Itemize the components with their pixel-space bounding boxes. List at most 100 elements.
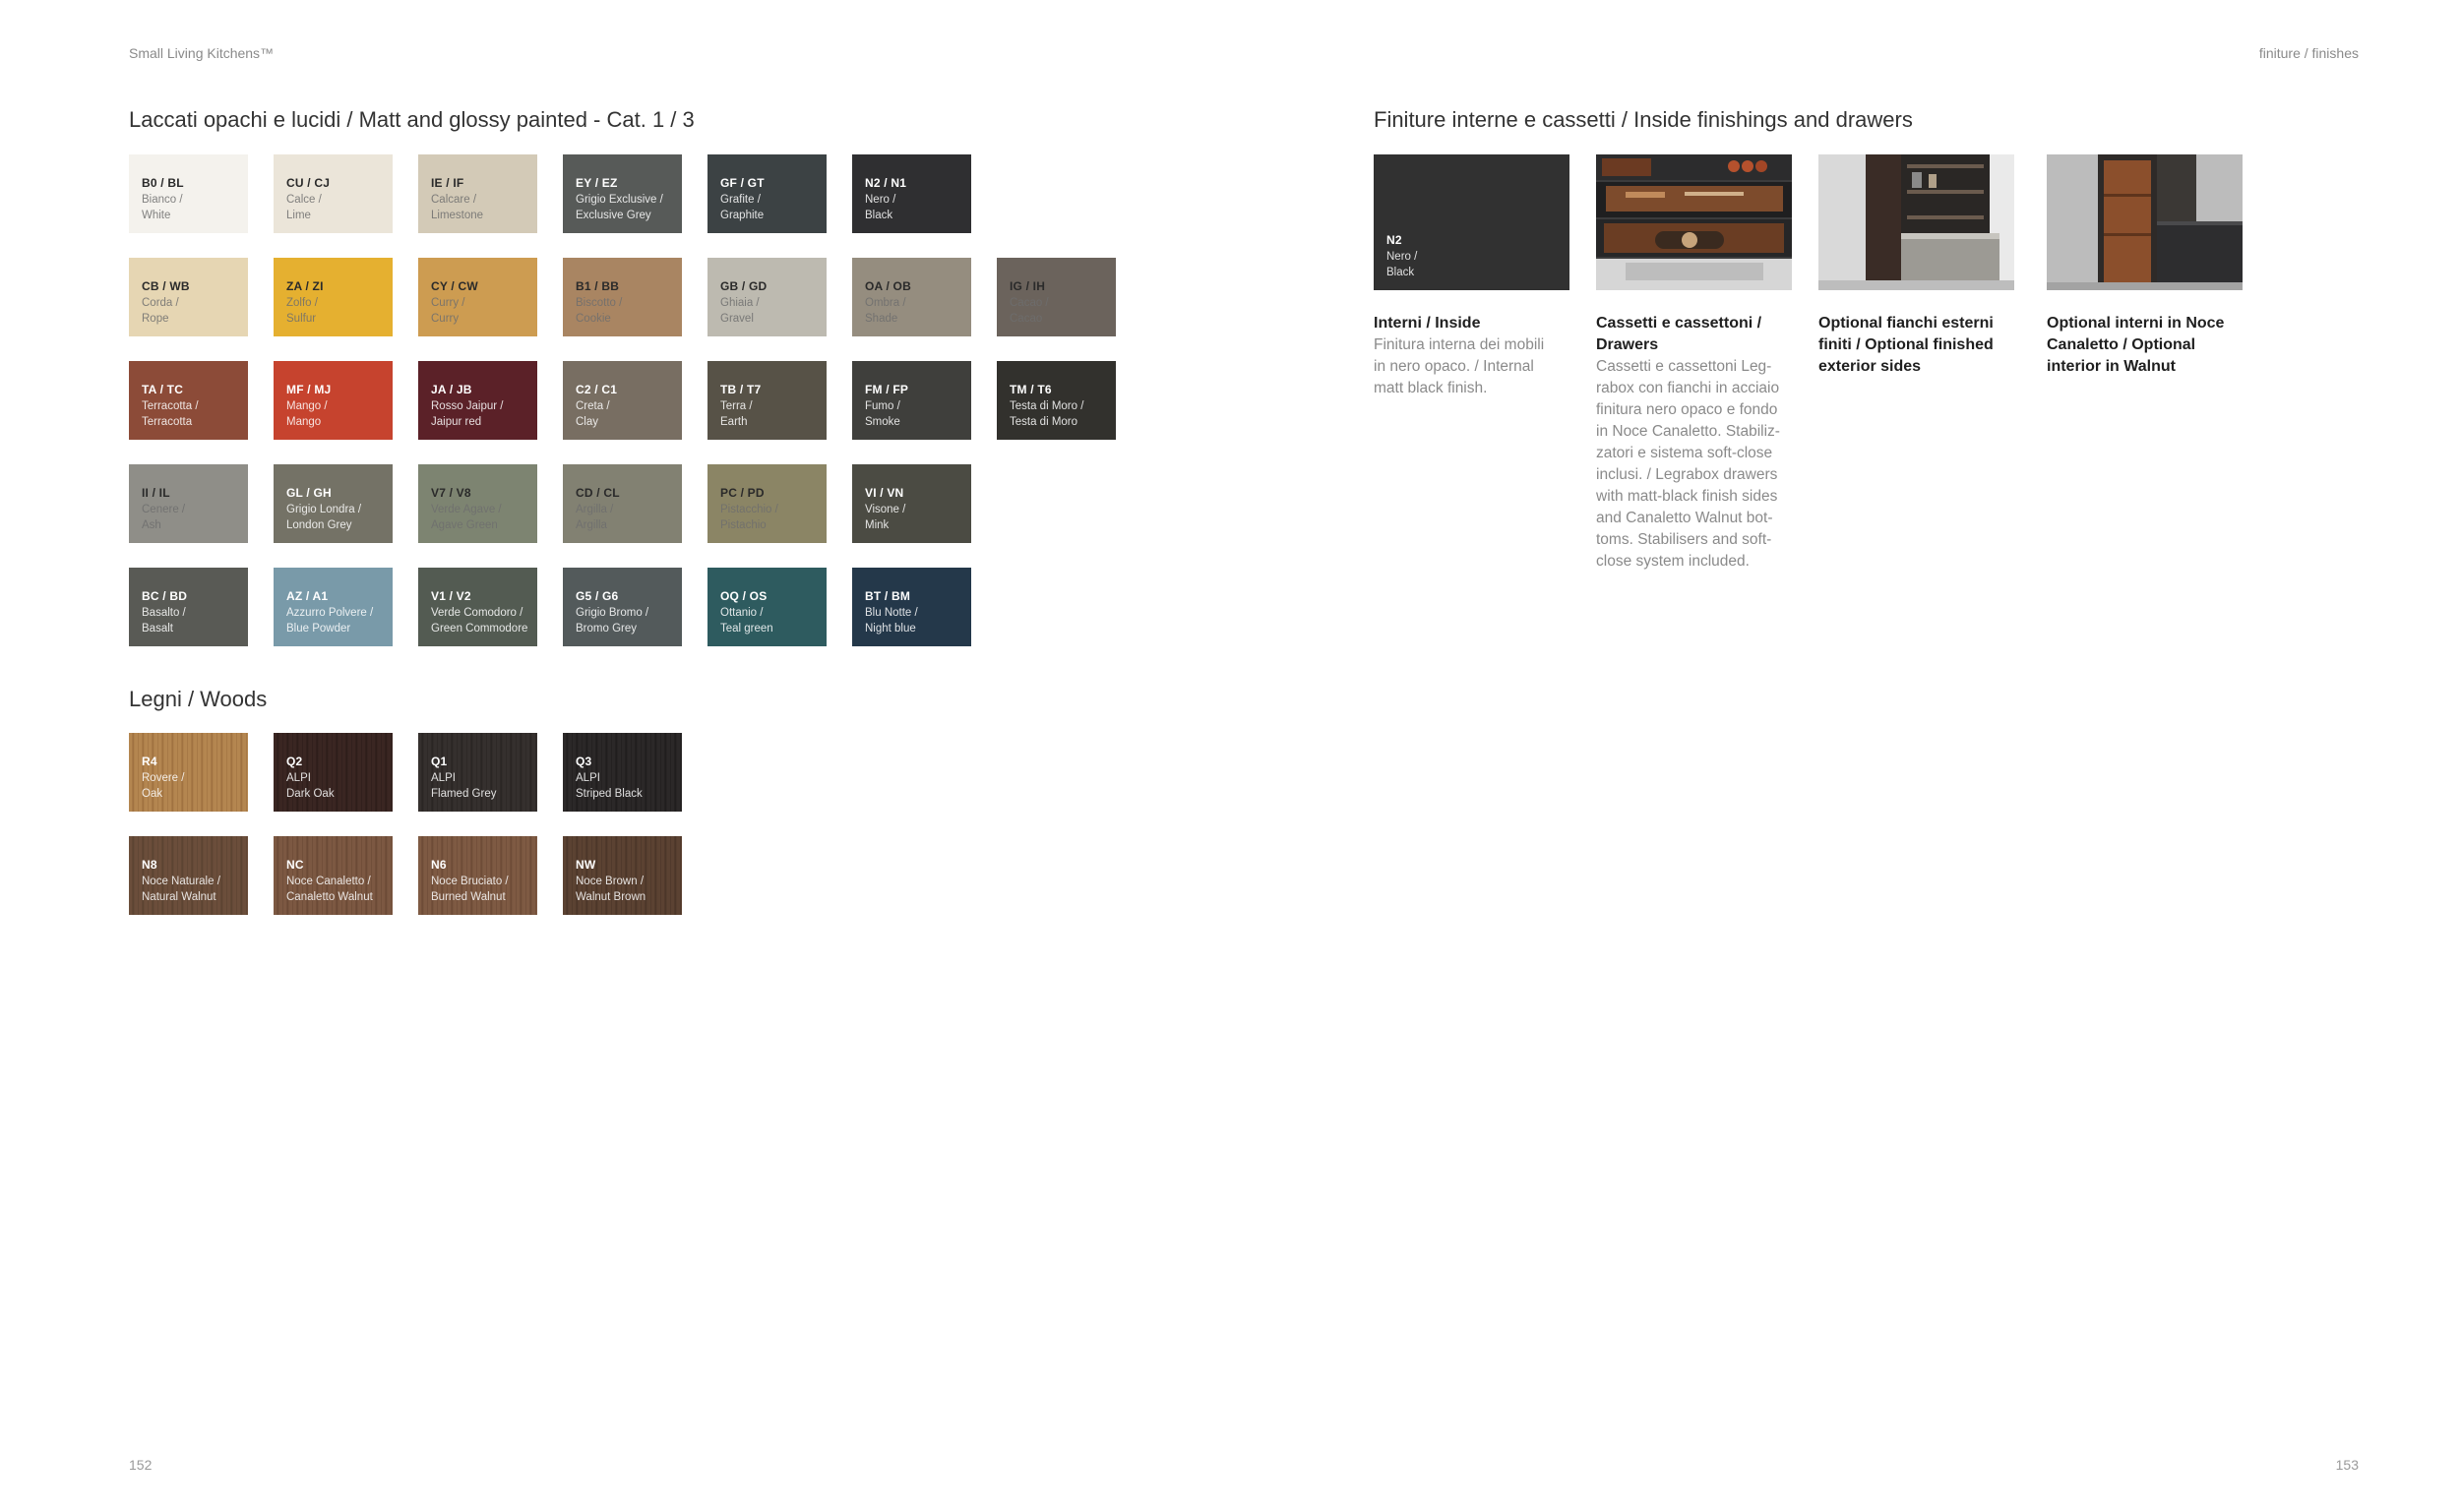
- painted-section-title: Laccati opachi e lucidi / Matt and gloss…: [129, 107, 695, 132]
- swatch-code: PC / PD: [720, 486, 765, 500]
- woods-swatch: N6 Noce Bruciato / Burned Walnut: [418, 836, 537, 915]
- swatch-name-en: Testa di Moro: [1010, 416, 1078, 428]
- swatch-name-it: Grafite /: [720, 194, 761, 206]
- swatch-name-it: Terra /: [720, 400, 753, 412]
- painted-swatch: EY / EZ Grigio Exclusive / Exclusive Grey: [563, 154, 682, 233]
- painted-swatch: CY / CW Curry / Curry: [418, 258, 537, 336]
- exterior-sides-illustration: [1818, 154, 2014, 290]
- painted-swatch: C2 / C1 Creta / Clay: [563, 361, 682, 440]
- swatch-name-it: Grigio Bromo /: [576, 607, 649, 619]
- caption-walnut-interior: Optional interni in Noce Canaletto / Opt…: [2047, 313, 2248, 378]
- caption-drawers: Cassetti e cassettoni / Drawers Cassetti…: [1596, 313, 1798, 573]
- swatch-name-en: White: [142, 210, 171, 221]
- swatch-code: VI / VN: [865, 486, 904, 500]
- swatch-name-it: Curry /: [431, 297, 465, 309]
- swatch-code: IE / IF: [431, 176, 464, 190]
- swatch-name-it: Corda /: [142, 297, 179, 309]
- swatch-name-it: Noce Naturale /: [142, 876, 220, 887]
- swatch-code: GB / GD: [720, 279, 768, 293]
- swatch-name-it: Pistacchio /: [720, 504, 778, 515]
- caption-title: Interni / Inside: [1374, 315, 1481, 332]
- inside-swatch-n2: N2 Nero / Black: [1374, 154, 1569, 290]
- painted-swatch: TB / T7 Terra / Earth: [707, 361, 827, 440]
- swatch-name-en: Gravel: [720, 313, 754, 325]
- page-number-right: 153: [2335, 1457, 2359, 1473]
- swatch-name-it: Verde Comodoro /: [431, 607, 523, 619]
- swatch-name-en: Rope: [142, 313, 169, 325]
- swatch-code: GL / GH: [286, 486, 332, 500]
- swatch-name-it: ALPI: [431, 772, 456, 784]
- swatch-code: IG / IH: [1010, 279, 1046, 293]
- swatch-name-it: Testa di Moro /: [1010, 400, 1084, 412]
- painted-swatch: FM / FP Fumo / Smoke: [852, 361, 971, 440]
- swatch-name-en: Walnut Brown: [576, 891, 646, 903]
- painted-swatch: TM / T6 Testa di Moro / Testa di Moro: [997, 361, 1116, 440]
- swatch-code: TA / TC: [142, 383, 184, 396]
- swatch-name-en: Clay: [576, 416, 599, 428]
- swatch-name-en: Natural Walnut: [142, 891, 216, 903]
- swatch-name-en: Bromo Grey: [576, 623, 637, 635]
- swatch-code: N8: [142, 858, 157, 872]
- caption-body: Cassetti e cassettoni Leg-rabox con fian…: [1596, 358, 1780, 570]
- inside-section-title: Finiture interne e cassetti / Inside fin…: [1374, 107, 1913, 132]
- swatch-name-en: Cookie: [576, 313, 611, 325]
- swatch-code: N2: [1386, 233, 1402, 247]
- swatch-code: JA / JB: [431, 383, 472, 396]
- page-number-left: 152: [129, 1457, 153, 1473]
- swatch-name-en: Agave Green: [431, 519, 498, 531]
- swatch-name-en: Exclusive Grey: [576, 210, 651, 221]
- painted-swatch: II / IL Cenere / Ash: [129, 464, 248, 543]
- swatch-code: EY / EZ: [576, 176, 618, 190]
- swatch-name-it: Biscotto /: [576, 297, 623, 309]
- swatch-name-en: Night blue: [865, 623, 916, 635]
- swatch-code: CD / CL: [576, 486, 620, 500]
- woods-swatch: N8 Noce Naturale / Natural Walnut: [129, 836, 248, 915]
- swatch-name-it: Verde Agave /: [431, 504, 502, 515]
- swatch-name-it: Noce Canaletto /: [286, 876, 371, 887]
- swatch-name-en: Mango: [286, 416, 322, 428]
- swatch-name-it: Rosso Jaipur /: [431, 400, 504, 412]
- walnut-interior-illustration: [2047, 154, 2243, 290]
- swatch-code: BC / BD: [142, 589, 188, 603]
- swatch-name-en: Curry: [431, 313, 460, 325]
- swatch-name-en: Striped Black: [576, 788, 643, 800]
- woods-swatch: Q2 ALPI Dark Oak: [274, 733, 393, 812]
- swatch-code: BT / BM: [865, 589, 911, 603]
- swatch-name-en: Ash: [142, 519, 161, 531]
- swatch-name-it: Grigio Exclusive /: [576, 194, 663, 206]
- swatch-name-it: Fumo /: [865, 400, 900, 412]
- caption-exterior-sides: Optional fianchi esterni finiti / Option…: [1818, 313, 2020, 378]
- swatch-code: NC: [286, 858, 304, 872]
- swatch-name-it: Basalto /: [142, 607, 186, 619]
- swatch-name-en: Canaletto Walnut: [286, 891, 373, 903]
- swatch-code: II / IL: [142, 486, 170, 500]
- swatch-name-it: Ombra /: [865, 297, 906, 309]
- swatch-name-it: Noce Bruciato /: [431, 876, 509, 887]
- swatch-name-en: Mink: [865, 519, 890, 531]
- painted-swatch: MF / MJ Mango / Mango: [274, 361, 393, 440]
- painted-swatch: PC / PD Pistacchio / Pistachio: [707, 464, 827, 543]
- swatch-name-it: Terracotta /: [142, 400, 199, 412]
- swatch-name-it: Zolfo /: [286, 297, 318, 309]
- swatch-name-en: Argilla: [576, 519, 607, 531]
- swatch-name-it: Noce Brown /: [576, 876, 645, 887]
- painted-swatch: IE / IF Calcare / Limestone: [418, 154, 537, 233]
- swatch-name-en: Earth: [720, 416, 748, 428]
- painted-swatch: V7 / V8 Verde Agave / Agave Green: [418, 464, 537, 543]
- painted-swatch: GL / GH Grigio Londra / London Grey: [274, 464, 393, 543]
- swatch-name-it: Mango /: [286, 400, 328, 412]
- swatch-name-en: Black: [1386, 267, 1415, 278]
- painted-swatch: AZ / A1 Azzurro Polvere / Blue Powder: [274, 568, 393, 646]
- woods-swatch: Q1 ALPI Flamed Grey: [418, 733, 537, 812]
- swatch-code: B1 / BB: [576, 279, 620, 293]
- walnut-interior-photo: [2047, 154, 2243, 290]
- swatch-code: G5 / G6: [576, 589, 619, 603]
- painted-swatch: CD / CL Argilla / Argilla: [563, 464, 682, 543]
- swatch-name-en: London Grey: [286, 519, 352, 531]
- swatch-name-it: Blu Notte /: [865, 607, 918, 619]
- painted-swatch: BT / BM Blu Notte / Night blue: [852, 568, 971, 646]
- swatch-name-it: Azzurro Polvere /: [286, 607, 374, 619]
- swatch-name-en: Blue Powder: [286, 623, 351, 635]
- swatch-name-en: Graphite: [720, 210, 765, 221]
- drawers-photo: [1596, 154, 1792, 290]
